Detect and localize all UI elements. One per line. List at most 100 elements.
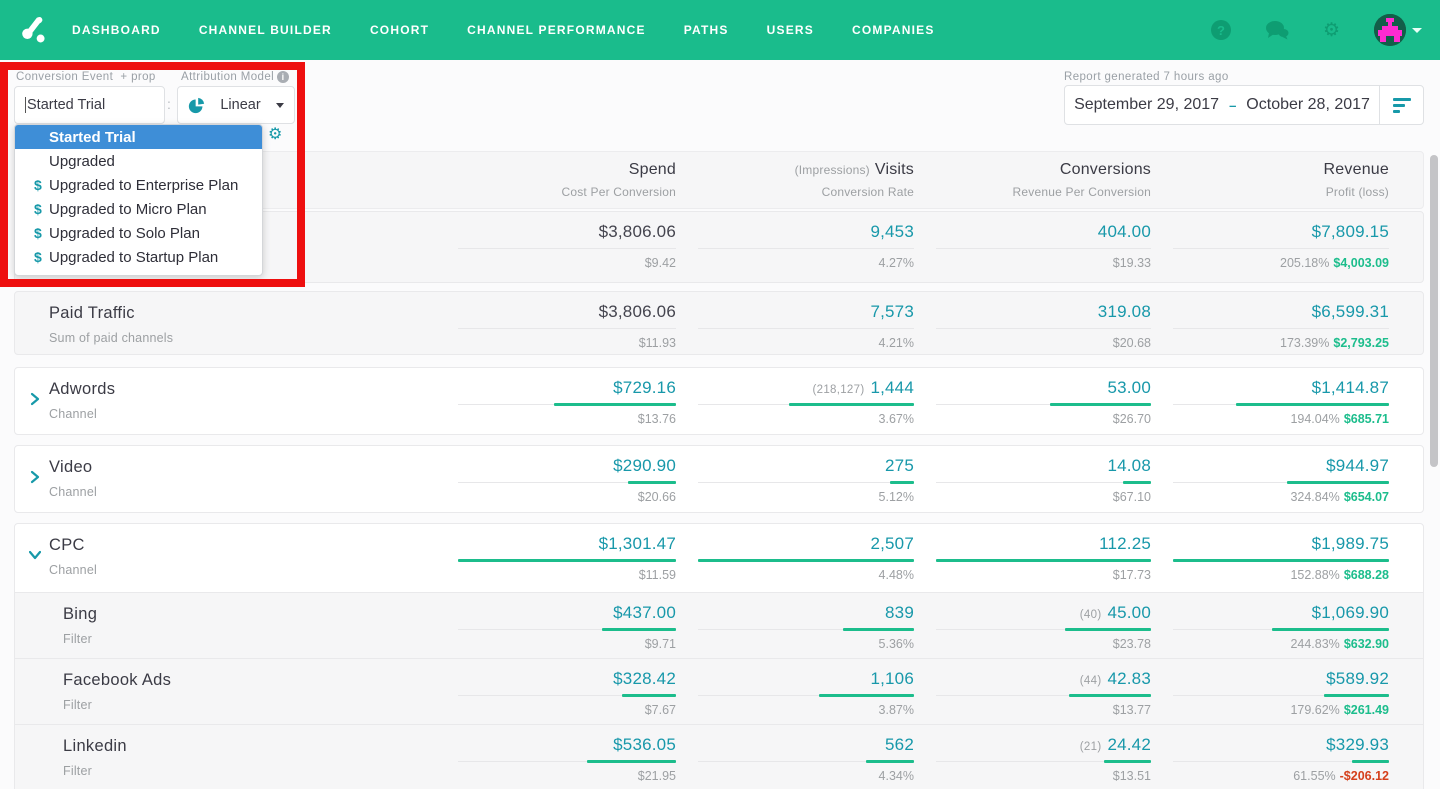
cell-value[interactable]: $1,301.47: [599, 534, 676, 553]
value-prefix: (44): [1079, 675, 1102, 687]
cell-value[interactable]: (218,127) 1,444: [813, 378, 914, 397]
chevron-right-icon[interactable]: [29, 392, 41, 411]
cell-value[interactable]: 2,507: [870, 534, 914, 553]
cell-value[interactable]: 14.08: [1107, 456, 1151, 475]
dropdown-item-upgraded-solo[interactable]: $ Upgraded to Solo Plan: [15, 221, 262, 245]
add-prop-link[interactable]: + prop: [120, 71, 155, 83]
info-icon[interactable]: i: [277, 71, 290, 83]
cell-value[interactable]: $329.93: [1326, 735, 1389, 754]
value-bar-track: [1173, 481, 1389, 484]
profit-value: $685.71: [1343, 412, 1389, 426]
dropdown-item-upgraded[interactable]: Upgraded: [15, 149, 262, 173]
row-name: Facebook Ads: [63, 671, 172, 689]
row-type: Channel: [49, 485, 97, 499]
cell-value[interactable]: $437.00: [613, 603, 676, 622]
value-bar: [1123, 481, 1151, 484]
nav-item-channel-performance[interactable]: CHANNEL PERFORMANCE: [467, 23, 646, 37]
nav-item-dashboard[interactable]: DASHBOARD: [72, 23, 161, 37]
cell-value[interactable]: 1,106: [870, 669, 914, 688]
cell-value[interactable]: $290.90: [613, 456, 676, 475]
filter-icon: [1392, 97, 1411, 113]
help-icon[interactable]: ?: [1210, 20, 1231, 40]
visits-cell: 7,573 4.21%: [698, 302, 914, 354]
sub-metric: $20.68: [1112, 336, 1151, 350]
dropdown-item-upgraded-enterprise[interactable]: $ Upgraded to Enterprise Plan: [15, 173, 262, 197]
attribution-model-select[interactable]: Linear: [177, 86, 295, 124]
column-header-visits[interactable]: (Impressions) Visits Conversion Rate: [698, 161, 914, 208]
settings-icon[interactable]: ⚙: [1323, 21, 1340, 40]
value-bar-track: [458, 628, 676, 631]
cell-value[interactable]: 9,453: [870, 222, 914, 241]
row-label-cpc[interactable]: CPC Channel: [15, 534, 436, 592]
cell-value[interactable]: $1,069.90: [1312, 603, 1389, 622]
conversions-cell: 14.08 $67.10: [936, 456, 1151, 512]
date-filter-button[interactable]: [1379, 86, 1423, 124]
value-bar-track: [458, 694, 676, 697]
date-range-picker[interactable]: September 29, 2017 – October 28, 2017: [1064, 85, 1424, 125]
cell-value[interactable]: $589.92: [1326, 669, 1389, 688]
dropdown-item-started-trial[interactable]: Started Trial: [15, 125, 262, 149]
profit-value: $261.49: [1343, 703, 1389, 717]
nav-item-paths[interactable]: PATHS: [684, 23, 729, 37]
spend-cell: $328.42 $7.67: [458, 669, 676, 724]
cell-value[interactable]: $328.42: [613, 669, 676, 688]
value-bar: [936, 559, 1151, 562]
row-label-video[interactable]: Video Channel: [15, 456, 436, 512]
cell-value[interactable]: 53.00: [1107, 378, 1151, 397]
cell-value[interactable]: 275: [885, 456, 914, 475]
conversions-cell: 112.25 $17.73: [936, 534, 1151, 592]
column-header-revenue[interactable]: Revenue Profit (loss): [1173, 161, 1389, 208]
scrollbar-track: [1428, 60, 1440, 789]
value-bar-track: [936, 760, 1151, 763]
sub-metric: $9.71: [644, 637, 676, 651]
column-header-conversions[interactable]: Conversions Revenue Per Conversion: [936, 161, 1151, 208]
cell-value[interactable]: $1,414.87: [1312, 378, 1389, 397]
dropdown-item-upgraded-startup[interactable]: $ Upgraded to Startup Plan: [15, 245, 262, 269]
sub-metric: $19.33: [1112, 256, 1151, 270]
cell-value: $3,806.06: [598, 302, 676, 321]
cell-value[interactable]: 562: [885, 735, 914, 754]
nav-item-channel-builder[interactable]: CHANNEL BUILDER: [199, 23, 332, 37]
cell-value[interactable]: (44) 42.83: [1080, 669, 1151, 688]
roi-percent: 152.88%: [1290, 568, 1340, 582]
value-bar-track: [936, 247, 1151, 250]
settings-gear-icon[interactable]: ⚙: [268, 124, 282, 144]
date-end: October 28, 2017: [1246, 96, 1370, 113]
cell-value[interactable]: $6,599.31: [1312, 302, 1389, 321]
chevron-down-icon[interactable]: [28, 548, 42, 567]
dropdown-item-upgraded-micro[interactable]: $ Upgraded to Micro Plan: [15, 197, 262, 221]
row-label-adwords[interactable]: Adwords Channel: [15, 378, 436, 434]
cell-value[interactable]: (40) 45.00: [1080, 603, 1151, 622]
cell-value[interactable]: 839: [885, 603, 914, 622]
visits-cell: 275 5.12%: [698, 456, 914, 512]
spend-cell: $437.00 $9.71: [458, 603, 676, 658]
channel-card-paid-traffic: Paid Traffic Sum of paid channels $3,806.0…: [14, 291, 1424, 355]
nav-item-users[interactable]: USERS: [767, 23, 814, 37]
cell-value[interactable]: $1,989.75: [1312, 534, 1389, 553]
nav-item-cohort[interactable]: COHORT: [370, 23, 429, 37]
column-header-spend[interactable]: Spend Cost Per Conversion: [458, 161, 676, 208]
attribution-model-label: Attribution Model i: [181, 71, 290, 83]
cell-value[interactable]: $536.05: [613, 735, 676, 754]
sub-metric: 4.34%: [878, 769, 914, 783]
cell-value[interactable]: 319.08: [1098, 302, 1151, 321]
nav-item-companies[interactable]: COMPANIES: [852, 23, 935, 37]
visits-cell: 562 4.34%: [698, 735, 914, 789]
user-menu[interactable]: [1374, 14, 1422, 46]
cell-value[interactable]: 7,573: [870, 302, 914, 321]
chat-icon[interactable]: [1265, 20, 1289, 40]
roi-percent: 61.55%: [1293, 769, 1336, 783]
row-name: Bing: [63, 605, 98, 623]
scrollbar-thumb[interactable]: [1430, 155, 1438, 467]
attribution-logo-icon[interactable]: [14, 10, 54, 50]
cell-value[interactable]: $7,809.15: [1312, 222, 1389, 241]
cell-value[interactable]: (21) 24.42: [1080, 735, 1151, 754]
profit-value: $688.28: [1343, 568, 1389, 582]
cell-value[interactable]: 404.00: [1098, 222, 1151, 241]
cell-value[interactable]: $944.97: [1326, 456, 1389, 475]
cell-value[interactable]: 112.25: [1099, 534, 1151, 553]
chevron-right-icon[interactable]: [29, 470, 41, 489]
report-controls: Conversion Event + prop Attribution Mode…: [0, 60, 1440, 276]
cell-value[interactable]: $729.16: [613, 378, 676, 397]
conversion-event-input[interactable]: Started Trial: [14, 86, 165, 124]
